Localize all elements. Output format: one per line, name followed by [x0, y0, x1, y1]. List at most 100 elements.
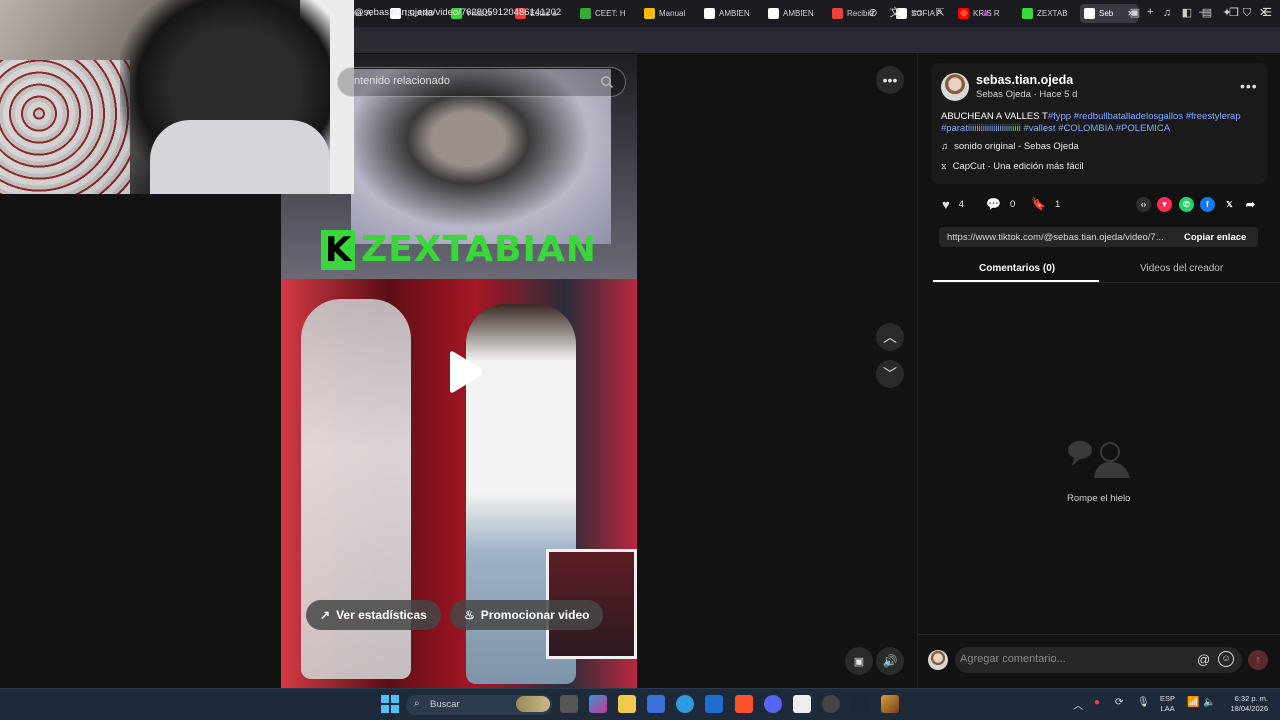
cast-icon[interactable]: ▭	[910, 6, 924, 20]
empty-comments-icon	[1068, 441, 1130, 478]
capcut-label: CapCut · Una edición más fácil	[952, 161, 1084, 172]
capcut-taskbar-icon[interactable]	[793, 695, 811, 713]
mini-player-icon: ▣	[853, 655, 865, 668]
sidebar-toggle-icon[interactable]: ◧	[1180, 6, 1194, 20]
tray-sync-icon[interactable]: ⟳	[1115, 697, 1123, 708]
save-count: 1	[1054, 198, 1061, 210]
edge-icon[interactable]	[676, 695, 694, 713]
post-link-text[interactable]: https://www.tiktok.com/@sebas.tian.ojeda…	[947, 232, 1164, 243]
flame-icon: ♨	[464, 608, 475, 622]
vpn-icon[interactable]: ⛉	[1240, 6, 1254, 20]
post-more-button[interactable]: •••	[1240, 78, 1258, 94]
caption-text: ABUCHEAN A VALLES T	[941, 111, 1048, 122]
music-note-icon: ♫	[941, 141, 949, 152]
translate-icon[interactable]: 文	[888, 6, 902, 20]
brave-taskbar-icon[interactable]	[735, 695, 753, 713]
steam-icon[interactable]	[851, 695, 869, 713]
x-twitter-icon[interactable]: 𝕏	[1222, 197, 1237, 212]
brand-text: ZEXTABIAN	[361, 229, 597, 270]
browser-tab-label: Seb	[1099, 9, 1114, 18]
empty-comments-text: Rompe el hielo	[1067, 493, 1131, 504]
volume-button[interactable]: 🔊	[876, 647, 904, 675]
tab-creator-videos[interactable]: Videos del creador	[1140, 263, 1223, 274]
taskbar-search-highlight[interactable]	[516, 696, 550, 712]
ellipsis-icon: •••	[882, 72, 898, 88]
obs-icon[interactable]	[822, 695, 840, 713]
tray-overflow-icon[interactable]: ︿	[1073, 697, 1083, 712]
mention-icon[interactable]: @	[1197, 652, 1210, 667]
more-options-button[interactable]: •••	[876, 66, 904, 94]
comment-input[interactable]	[960, 653, 1190, 665]
comment-divider	[917, 634, 1280, 635]
brave-rewards-icon[interactable]: ▲	[979, 6, 993, 20]
language-indicator[interactable]: ESP LAA	[1160, 694, 1175, 714]
media-icon[interactable]: ♫	[1160, 6, 1174, 20]
menu-icon[interactable]: ☰	[1260, 6, 1274, 20]
mini-player-button[interactable]: ▣	[845, 647, 873, 675]
share-arrow-icon[interactable]: ➦	[1243, 197, 1258, 212]
notion-icon	[704, 8, 715, 19]
stats-chart-icon: ↗	[320, 608, 331, 622]
clock[interactable]: 6:32 p. m. 18/04/2026	[1224, 694, 1268, 714]
copilot-icon[interactable]	[589, 695, 607, 713]
creator-subline: Sebas Ojeda · Hace 5 d	[976, 89, 1078, 100]
emoji-icon[interactable]: ☺	[1218, 651, 1234, 667]
browser-tab[interactable]: Manual	[640, 4, 694, 23]
ms-store-icon[interactable]	[647, 695, 665, 713]
promote-video-button[interactable]: ♨ Promocionar video	[450, 600, 604, 630]
tray-app-icon[interactable]: ●	[1094, 697, 1100, 708]
windows-taskbar	[0, 688, 1280, 720]
send-comment-button[interactable]: ↑	[1248, 650, 1268, 670]
sidebar-panel-icon[interactable]: ▣	[1128, 6, 1142, 20]
browser-tab[interactable]: AMBIEN	[764, 4, 822, 23]
facebook-icon[interactable]: f	[1200, 197, 1215, 212]
new-tab-button[interactable]: +	[1147, 6, 1153, 18]
whatsapp-icon[interactable]: ✆	[1179, 197, 1194, 212]
music-row[interactable]: ♫ sonido original - Sebas Ojeda	[941, 141, 1079, 152]
play-icon[interactable]	[444, 350, 484, 394]
capcut-row[interactable]: ⧖ CapCut · Una edición más fácil	[941, 161, 1084, 172]
comment-stat[interactable]: 💬 0	[986, 197, 1015, 211]
wifi-icon[interactable]: 📶	[1187, 697, 1199, 708]
taskbar-search-label: Buscar	[430, 699, 460, 710]
copy-link-button[interactable]: Copiar enlace	[1184, 232, 1246, 243]
capcut-icon: ⧖	[941, 161, 947, 171]
volume-tray-icon[interactable]: 🔈	[1203, 697, 1215, 708]
webcam-overlay	[0, 0, 354, 194]
browser-tab[interactable]: ZEXTAB	[1018, 4, 1074, 23]
send-to-friends-icon[interactable]: ▼	[1157, 197, 1172, 212]
microphone-icon[interactable]: 🎙	[1137, 697, 1150, 708]
previous-video-button[interactable]: ︿	[876, 323, 904, 351]
outlook-icon[interactable]	[705, 695, 723, 713]
heart-icon: ♥	[942, 197, 950, 212]
task-view-icon[interactable]	[560, 695, 578, 713]
windows-start-icon[interactable]	[381, 695, 399, 713]
browser-tab[interactable]: CEET: H	[576, 4, 634, 23]
save-stat[interactable]: 🔖 1	[1031, 197, 1060, 211]
browser-tab[interactable]: AMBIEN	[700, 4, 758, 23]
search-icon[interactable]	[600, 75, 614, 89]
like-stat[interactable]: ♥ 4	[942, 197, 964, 212]
tab-comments[interactable]: Comentarios (0)	[979, 263, 1055, 274]
file-explorer-icon[interactable]	[618, 695, 636, 713]
view-stats-button[interactable]: ↗ Ver estadísticas	[306, 600, 441, 630]
streamer-brand: K ZEXTABIAN	[321, 229, 597, 270]
embed-icon[interactable]: ‹›	[1136, 197, 1151, 212]
wallet-icon[interactable]: ▤	[1200, 6, 1214, 20]
url-text[interactable]: @sebas.tian.ojeda/video/7628059120486141…	[354, 7, 561, 18]
share-page-icon[interactable]: ⇱	[933, 6, 947, 20]
creator-avatar[interactable]	[941, 73, 969, 101]
notion-icon	[768, 8, 779, 19]
browser-tab-label: ZEXTAB	[1037, 9, 1068, 18]
like-count: 4	[958, 199, 965, 210]
bookmark-icon: 🔖	[1031, 197, 1046, 211]
taskbar-search-icon: ⌕	[414, 698, 420, 709]
comment-count: 0	[1009, 198, 1016, 210]
next-video-button[interactable]: ﹀	[876, 360, 904, 388]
brave-shield-icon[interactable]: ◆	[957, 6, 971, 20]
discord-icon[interactable]	[764, 695, 782, 713]
game-app-icon[interactable]	[881, 695, 899, 713]
leo-ai-icon[interactable]: ✦	[1220, 6, 1234, 20]
reader-off-icon[interactable]: ⊘	[866, 6, 880, 20]
creator-username[interactable]: sebas.tian.ojeda	[976, 73, 1073, 87]
